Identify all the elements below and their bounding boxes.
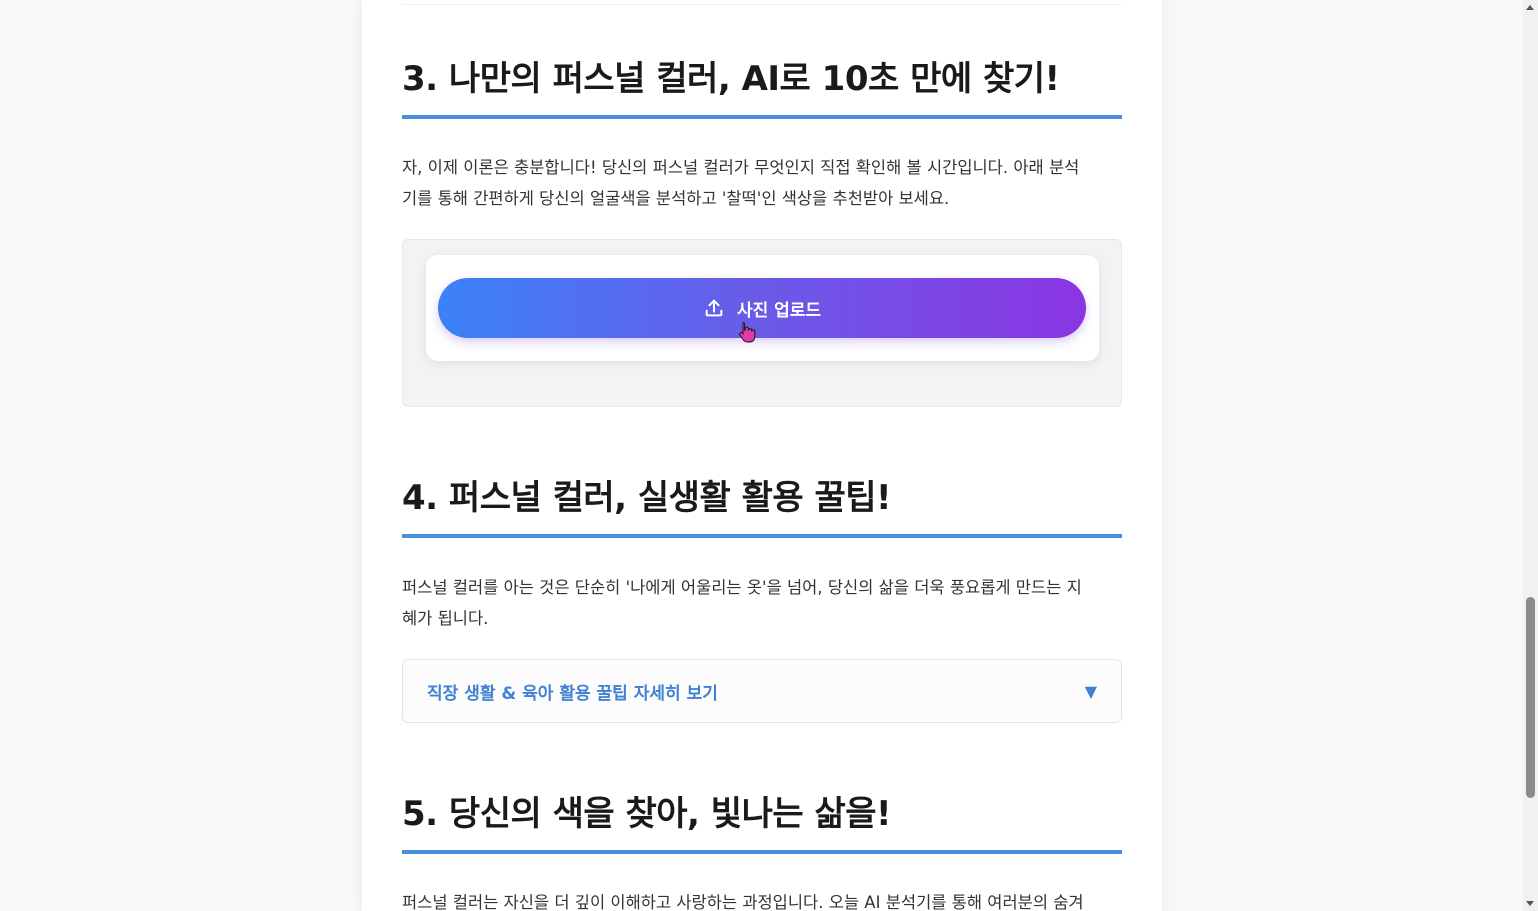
section-3: 3. 나만의 퍼스널 컬러, AI로 10초 만에 찾기!: [402, 57, 1122, 119]
upload-icon: [703, 297, 725, 319]
scroll-thumb[interactable]: [1526, 597, 1535, 798]
section-5-heading: 5. 당신의 색을 찾아, 빛나는 삶을!: [402, 792, 1122, 854]
analyzer-card: 사진 업로드: [426, 255, 1099, 361]
article-page: 3. 나만의 퍼스널 컬러, AI로 10초 만에 찾기! 자, 이제 이론은 …: [362, 0, 1162, 911]
tips-details-toggle[interactable]: 직장 생활 & 육아 활용 꿀팁 자세히 보기 ▼: [402, 659, 1122, 723]
previous-section-edge: [402, 0, 1122, 5]
scroll-up-arrow-icon[interactable]: [1526, 5, 1534, 10]
photo-upload-button-label: 사진 업로드: [736, 300, 822, 321]
section-3-heading: 3. 나만의 퍼스널 컬러, AI로 10초 만에 찾기!: [402, 57, 1122, 119]
photo-upload-button[interactable]: 사진 업로드: [438, 278, 1086, 338]
analyzer-container: 사진 업로드: [402, 239, 1122, 407]
scroll-down-arrow-icon[interactable]: [1526, 901, 1534, 906]
section-4-paragraph-line-2: 혜가 됩니다.: [402, 609, 489, 628]
section-3-paragraph: 자, 이제 이론은 충분합니다! 당신의 퍼스널 컬러가 무엇인지 직접 확인해…: [402, 152, 1122, 214]
section-5-paragraph-line-1: 퍼스널 컬러는 자신을 더 깊이 이해하고 사랑하는 과정입니다. 오늘 AI …: [402, 893, 1084, 911]
section-4: 4. 퍼스널 컬러, 실생활 활용 꿀팁!: [402, 476, 1122, 538]
section-4-paragraph: 퍼스널 컬러를 아는 것은 단순히 '나에게 어울리는 옷'을 넘어, 당신의 …: [402, 572, 1122, 634]
page-scrollbar[interactable]: [1523, 0, 1538, 911]
section-4-heading: 4. 퍼스널 컬러, 실생활 활용 꿀팁!: [402, 476, 1122, 538]
section-3-paragraph-line-2: 기를 통해 간편하게 당신의 얼굴색을 분석하고 '찰떡'인 색상을 추천받아 …: [402, 189, 950, 208]
section-4-paragraph-line-1: 퍼스널 컬러를 아는 것은 단순히 '나에게 어울리는 옷'을 넘어, 당신의 …: [402, 578, 1082, 597]
triangle-down-icon: ▼: [1084, 681, 1097, 701]
section-5: 5. 당신의 색을 찾아, 빛나는 삶을!: [402, 792, 1122, 854]
tips-details-label: 직장 생활 & 육아 활용 꿀팁 자세히 보기: [427, 683, 718, 704]
section-5-paragraph: 퍼스널 컬러는 자신을 더 깊이 이해하고 사랑하는 과정입니다. 오늘 AI …: [402, 887, 1122, 911]
section-3-paragraph-line-1: 자, 이제 이론은 충분합니다! 당신의 퍼스널 컬러가 무엇인지 직접 확인해…: [402, 158, 1080, 177]
hand-cursor-icon: [739, 322, 756, 343]
